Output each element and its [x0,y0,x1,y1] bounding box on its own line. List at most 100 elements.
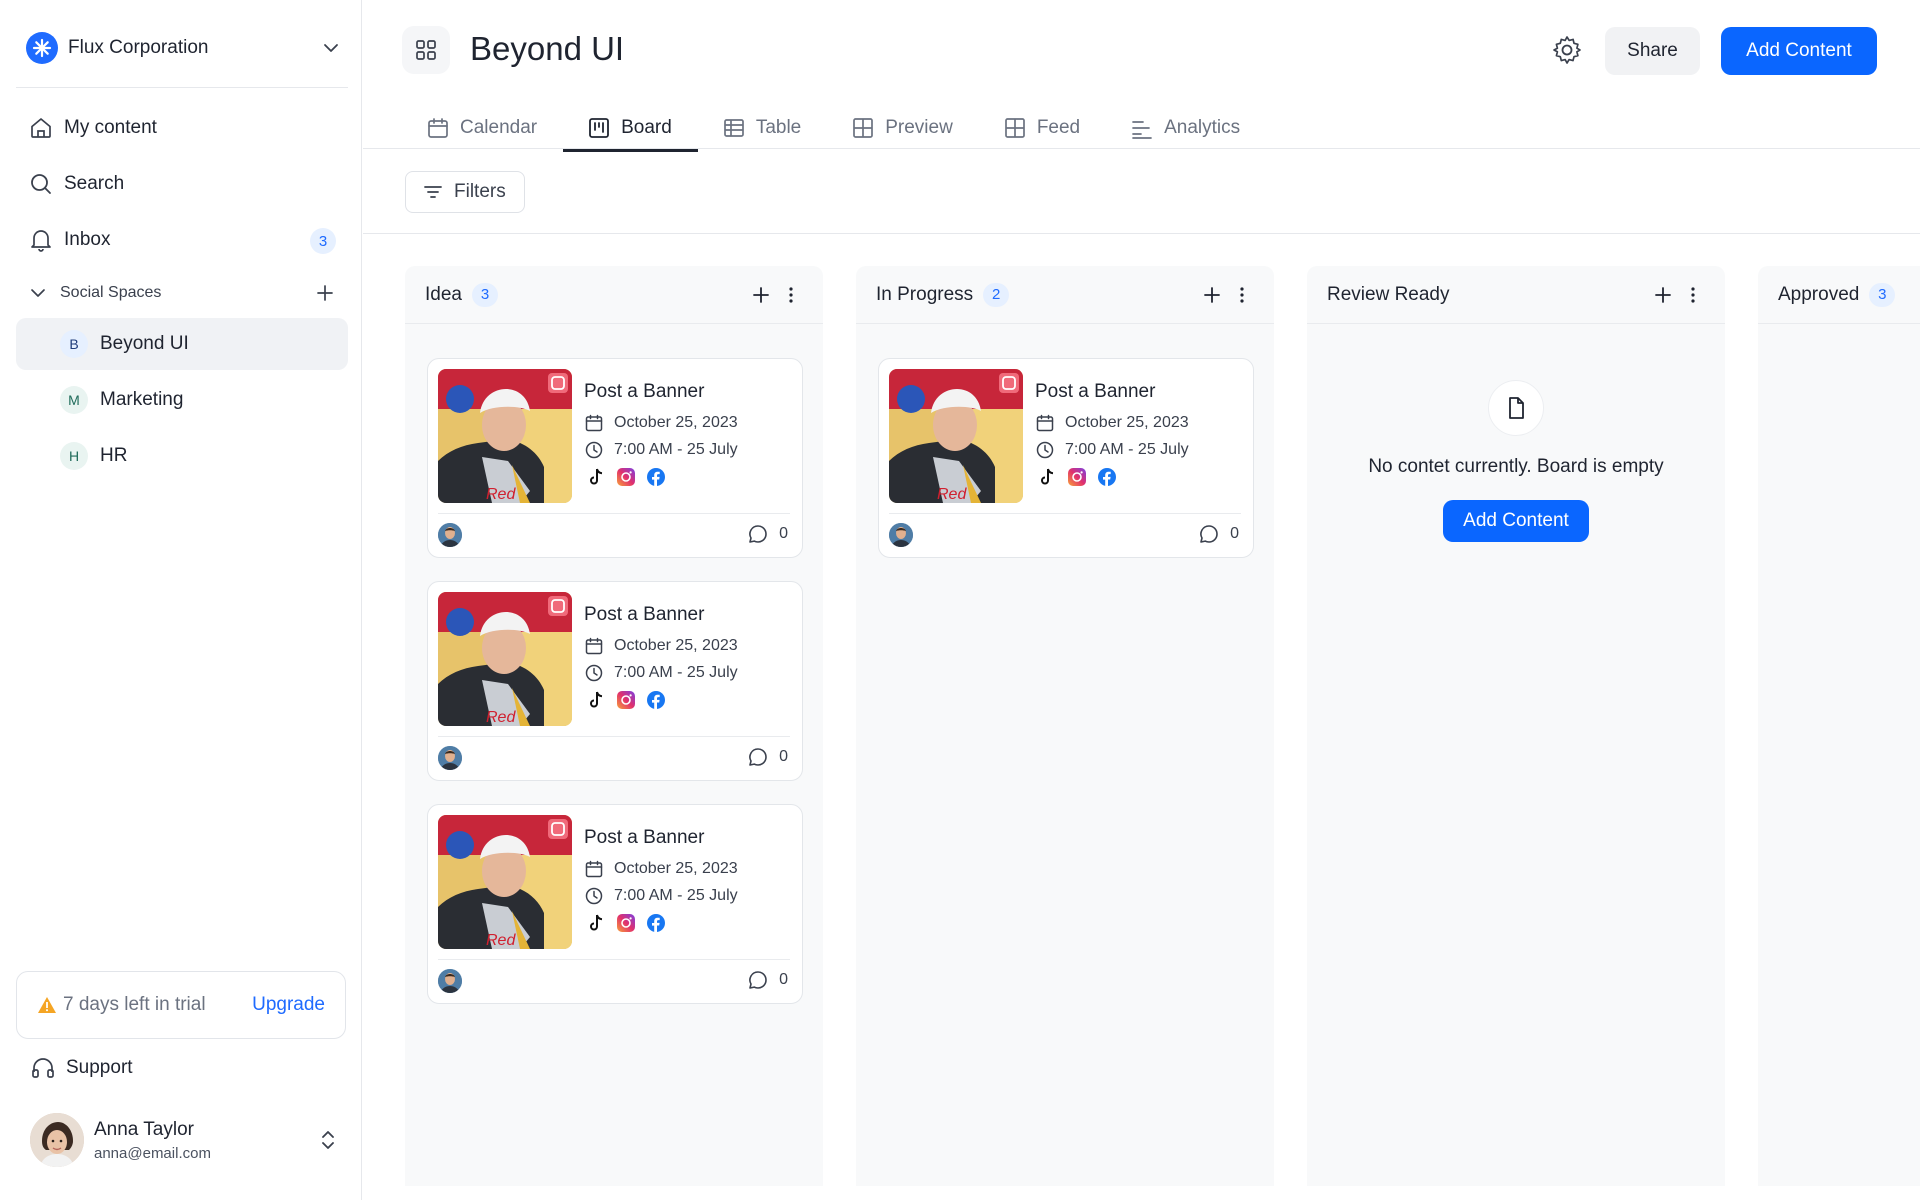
more-vertical-icon[interactable] [779,283,803,307]
more-vertical-icon[interactable] [1681,283,1705,307]
card-date: October 25, 2023 [584,859,738,879]
tab-analytics[interactable]: Analytics [1106,106,1266,150]
space-label: Beyond UI [100,333,189,354]
tab-board[interactable]: Board [563,106,698,152]
app-switcher-button[interactable] [402,26,450,74]
social-channels [586,913,676,933]
tab-preview[interactable]: Preview [827,106,979,150]
nav-inbox[interactable]: Inbox 3 [16,214,348,266]
chevron-up-down-icon [322,1131,334,1149]
tab-calendar[interactable]: Calendar [402,106,563,150]
user-menu[interactable]: Anna Taylor anna@email.com [30,1112,340,1168]
headphones-icon [32,1058,54,1078]
comment-count[interactable]: 0 [747,969,788,991]
share-button[interactable]: Share [1605,27,1700,75]
column-review-ready: Review Ready No contet currently. Board … [1307,266,1725,1186]
column-title: Approved [1778,283,1860,305]
gear-icon[interactable] [1551,34,1583,66]
space-letter: B [60,330,88,358]
comment-count-text: 0 [1230,525,1239,542]
support-label: Support [66,1057,133,1078]
card-time: 7:00 AM - 25 July [584,886,738,906]
tab-table[interactable]: Table [698,106,827,150]
add-space-icon[interactable] [314,282,336,304]
empty-state-text: No contet currently. Board is empty [1368,456,1664,477]
space-item-beyond-ui[interactable]: B Beyond UI [16,318,348,370]
support-link[interactable]: Support [30,1055,133,1081]
table-icon [723,119,744,137]
space-item-marketing[interactable]: M Marketing [16,374,348,426]
social-spaces-label: Social Spaces [60,284,162,301]
tiktok-icon [590,914,603,931]
tab-label: Analytics [1164,117,1241,138]
plus-icon[interactable] [749,283,773,307]
post-thumbnail: Red [889,369,1023,503]
content-card[interactable]: Red Post a Banner October 25, 2023 7:00 … [427,581,803,781]
filters-label: Filters [454,181,506,202]
calendar-icon [585,414,603,432]
svg-text:Red: Red [486,486,516,503]
chevron-down-icon [31,289,45,297]
clock-icon [1036,441,1054,459]
social-channels [586,467,676,487]
comment-count[interactable]: 0 [1198,523,1239,545]
content-card[interactable]: Red Post a Banner October 25, 2023 7:00 … [427,358,803,558]
comment-count[interactable]: 0 [747,523,788,545]
tab-feed[interactable]: Feed [979,106,1106,150]
add-content-button[interactable]: Add Content [1721,27,1877,75]
org-switcher[interactable]: Flux Corporation [26,30,342,66]
calendar-icon [585,637,603,655]
assignee-avatar[interactable] [889,523,913,547]
assignee-avatar[interactable] [438,523,462,547]
instagram-icon [1068,468,1086,486]
feed-icon [1004,118,1025,138]
column-count-badge: 2 [983,282,1010,307]
card-divider [438,736,790,737]
org-name: Flux Corporation [68,37,209,58]
nav-my-content[interactable]: My content [16,102,348,154]
empty-add-content-button[interactable]: Add Content [1443,500,1589,542]
bell-icon [31,230,51,252]
nav-search[interactable]: Search [16,158,348,210]
clock-icon [585,664,603,682]
space-item-hr[interactable]: H HR [16,430,348,482]
post-thumbnail: Red [438,592,572,726]
plus-icon[interactable] [1200,283,1224,307]
column-title: Review Ready [1327,283,1450,305]
card-time: 7:00 AM - 25 July [584,440,738,460]
social-spaces-section[interactable]: Social Spaces [16,273,348,313]
view-tabs: Calendar Board Table Preview Feed Analyt… [402,106,1266,152]
more-vertical-icon[interactable] [1230,283,1254,307]
card-date: October 25, 2023 [1035,413,1189,433]
space-letter: H [60,442,88,470]
content-card[interactable]: Red Post a Banner October 25, 2023 7:00 … [878,358,1254,558]
upgrade-link[interactable]: Upgrade [252,994,325,1016]
column-count-badge: 3 [471,282,498,307]
card-divider [438,513,790,514]
card-time-text: 7:00 AM - 25 July [614,887,738,904]
empty-state-icon-wrap [1488,380,1544,436]
tab-label: Table [755,117,802,138]
column-header: In Progress 2 [856,266,1274,324]
plus-icon[interactable] [1651,283,1675,307]
card-time-text: 7:00 AM - 25 July [1065,441,1189,458]
comment-count-text: 0 [779,525,788,542]
facebook-icon [647,468,665,486]
board-icon [589,118,610,138]
filters-button[interactable]: Filters [405,171,525,213]
facebook-icon [647,691,665,709]
space-letter: M [60,386,88,414]
tab-label: Board [621,117,672,138]
comment-count[interactable]: 0 [747,746,788,768]
user-name: Anna Taylor [94,1118,194,1140]
column-count-badge: 3 [1869,282,1896,307]
card-time: 7:00 AM - 25 July [584,663,738,683]
user-info: Anna Taylor anna@email.com [94,1119,316,1162]
assignee-avatar[interactable] [438,969,462,993]
facebook-icon [647,914,665,932]
column-header: Approved 3 [1758,266,1920,324]
trial-banner: 7 days left in trial Upgrade [16,971,346,1039]
social-channels [586,690,676,710]
content-card[interactable]: Red Post a Banner October 25, 2023 7:00 … [427,804,803,1004]
assignee-avatar[interactable] [438,746,462,770]
